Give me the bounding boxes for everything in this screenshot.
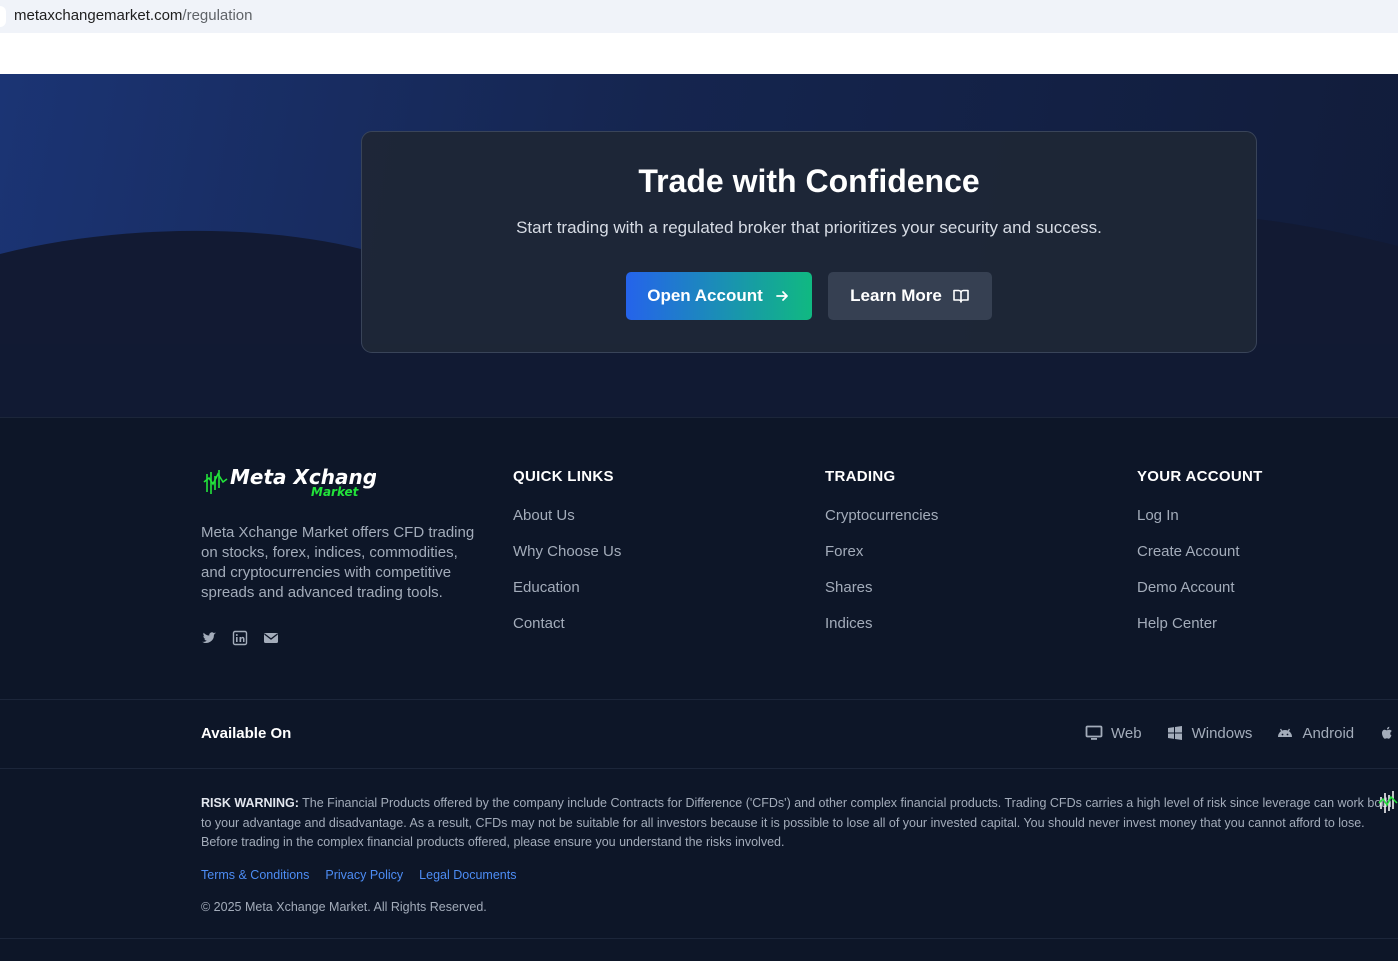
footer-column-your-account: YOUR ACCOUNT Log In Create Account Demo …	[1137, 468, 1263, 651]
cta-section: Trade with Confidence Start trading with…	[0, 74, 1398, 418]
footer-link-shares[interactable]: Shares	[825, 579, 938, 615]
footer-link-indices[interactable]: Indices	[825, 615, 938, 651]
address-bar-edge	[0, 6, 6, 27]
footer-link-forex[interactable]: Forex	[825, 543, 938, 579]
logo-mark: Meta Xchange Market	[203, 465, 391, 499]
footer-link-demo-account[interactable]: Demo Account	[1137, 579, 1263, 615]
brand-logo[interactable]: Meta Xchange Market	[201, 464, 391, 499]
book-open-icon	[952, 287, 970, 305]
monitor-icon	[1085, 724, 1103, 742]
available-on-bar: Available On Web Windows Android i	[0, 699, 1398, 769]
platform-label: Android	[1302, 724, 1355, 742]
floating-chat-icon[interactable]	[1378, 789, 1398, 815]
learn-more-button[interactable]: Learn More	[828, 272, 992, 320]
linkedin-icon[interactable]	[232, 630, 248, 646]
company-description: Meta Xchange Market offers CFD trading o…	[201, 524, 475, 601]
footer-link-about-us[interactable]: About Us	[513, 507, 621, 543]
url-text[interactable]: metaxchangemarket.com/regulation	[14, 7, 252, 24]
column-title: QUICK LINKS	[513, 468, 614, 485]
column-title: YOUR ACCOUNT	[1137, 468, 1263, 485]
site-footer: Meta Xchange Market Meta Xchange Market …	[0, 417, 1398, 961]
footer-link-create-account[interactable]: Create Account	[1137, 543, 1263, 579]
logo-subtext: Market	[311, 485, 360, 498]
page-header-strip	[0, 33, 1398, 74]
platform-label: Web	[1111, 724, 1142, 742]
cta-title: Trade with Confidence	[638, 163, 980, 199]
platform-list: Web Windows Android i	[1085, 724, 1398, 742]
apple-icon	[1378, 724, 1396, 742]
footer-link-log-in[interactable]: Log In	[1137, 507, 1263, 543]
column-title: TRADING	[825, 468, 896, 485]
platform-label: Windows	[1191, 724, 1253, 742]
windows-icon	[1166, 724, 1184, 742]
open-account-button[interactable]: Open Account	[626, 272, 812, 320]
copyright: © 2025 Meta Xchange Market. All Rights R…	[201, 900, 487, 914]
url-path: /regulation	[182, 7, 253, 24]
legal-documents-link[interactable]: Legal Documents	[419, 868, 516, 882]
available-on-title: Available On	[201, 725, 292, 742]
footer-column-quick-links: QUICK LINKS About Us Why Choose Us Educa…	[513, 468, 621, 651]
risk-warning-label: RISK WARNING:	[201, 796, 299, 810]
footer-link-contact[interactable]: Contact	[513, 615, 621, 651]
footer-link-why-choose-us[interactable]: Why Choose Us	[513, 543, 621, 579]
terms-link[interactable]: Terms & Conditions	[201, 868, 309, 882]
open-account-label: Open Account	[647, 286, 763, 305]
risk-warning: RISK WARNING: The Financial Products off…	[201, 794, 1398, 853]
platform-web[interactable]: Web	[1085, 724, 1142, 742]
arrow-right-icon	[773, 287, 791, 305]
android-icon	[1276, 724, 1294, 742]
address-bar[interactable]: metaxchangemarket.com/regulation	[0, 0, 1398, 33]
platform-windows[interactable]: Windows	[1166, 724, 1253, 742]
cta-subtitle: Start trading with a regulated broker th…	[516, 218, 1102, 237]
footer-link-education[interactable]: Education	[513, 579, 621, 615]
mail-icon[interactable]	[263, 630, 279, 646]
footer-link-help-center[interactable]: Help Center	[1137, 615, 1263, 651]
footer-column-trading: TRADING Cryptocurrencies Forex Shares In…	[825, 468, 938, 651]
risk-warning-text: The Financial Products offered by the co…	[201, 796, 1392, 849]
learn-more-label: Learn More	[850, 286, 942, 305]
url-host: metaxchangemarket.com	[14, 7, 183, 24]
footer-link-cryptocurrencies[interactable]: Cryptocurrencies	[825, 507, 938, 543]
twitter-icon[interactable]	[201, 630, 217, 646]
privacy-link[interactable]: Privacy Policy	[325, 868, 403, 882]
cta-card: Trade with Confidence Start trading with…	[361, 131, 1257, 353]
divider	[0, 938, 1398, 939]
platform-ios[interactable]: i	[1378, 724, 1398, 742]
social-links	[201, 630, 279, 646]
legal-links: Terms & Conditions Privacy Policy Legal …	[201, 868, 516, 882]
platform-android[interactable]: Android	[1276, 724, 1354, 742]
